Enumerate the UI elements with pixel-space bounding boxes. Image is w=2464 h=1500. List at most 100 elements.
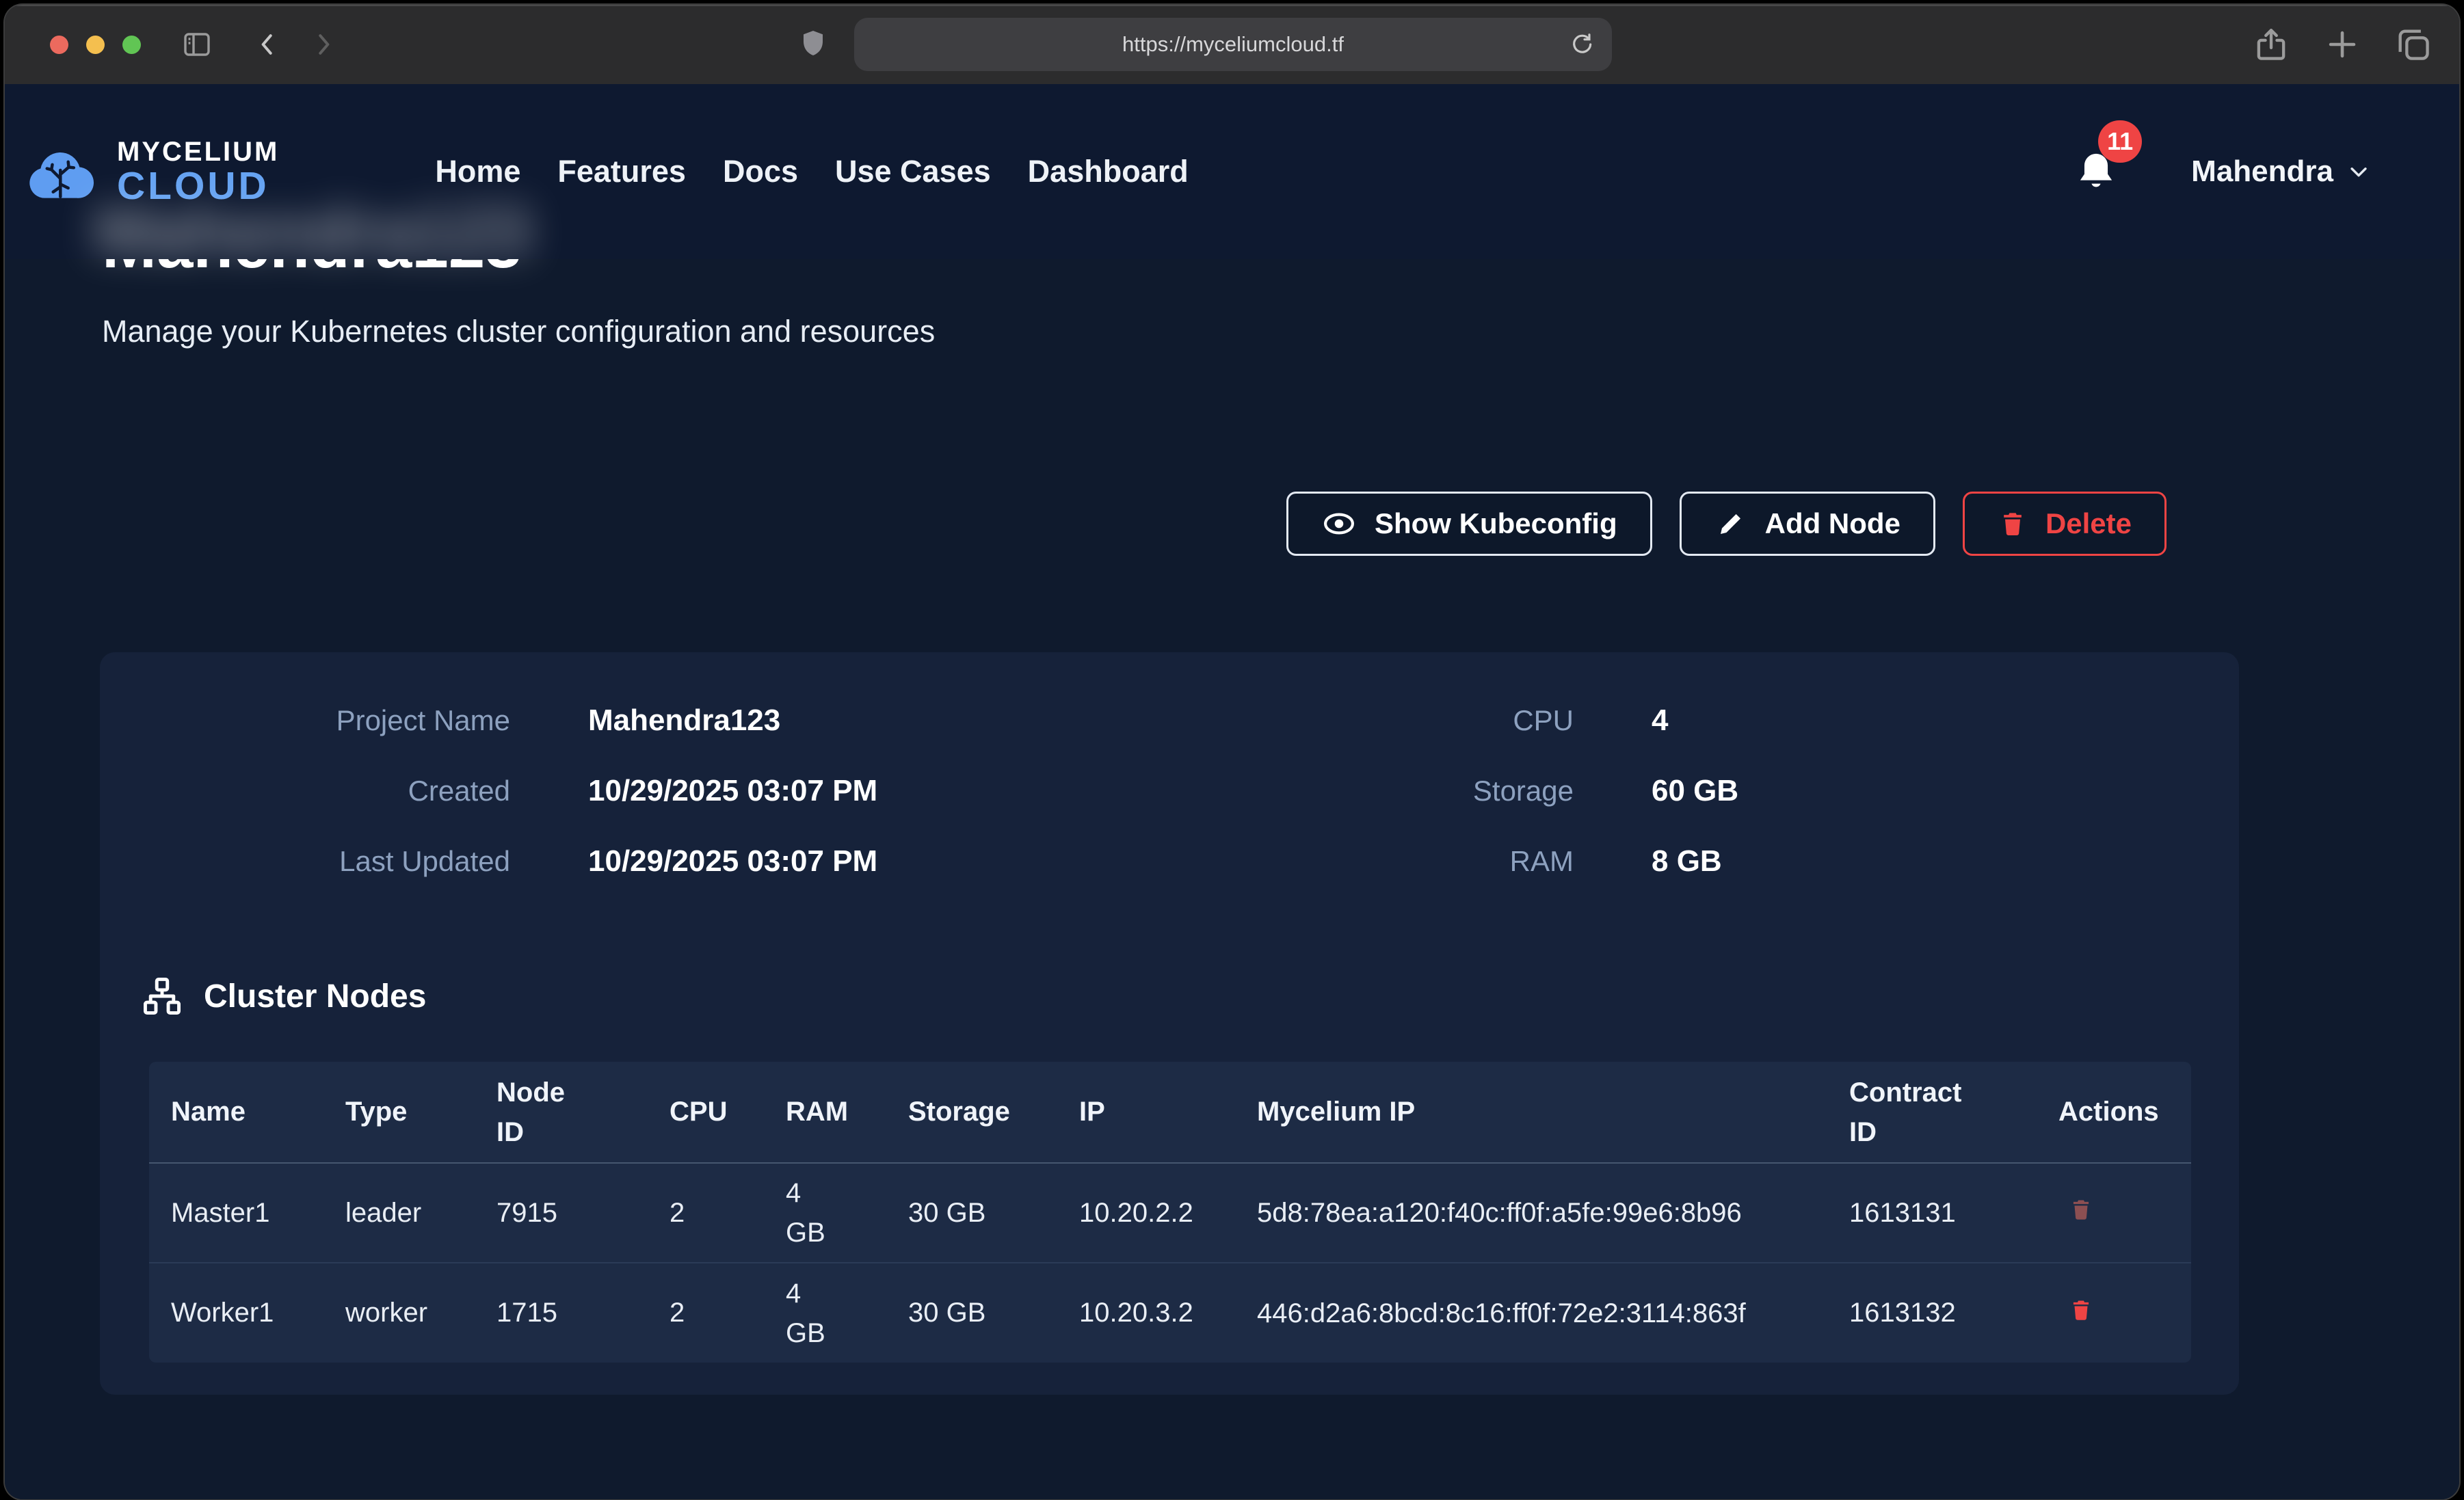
col-actions: Actions xyxy=(2037,1062,2191,1163)
cell-storage: 30 GB xyxy=(886,1163,1057,1263)
last-updated-value: 10/29/2025 03:07 PM xyxy=(510,842,1399,881)
cpu-value: 4 xyxy=(1574,701,2198,740)
cluster-nodes-icon xyxy=(141,975,183,1017)
page-title: Mahendra123 xyxy=(102,256,522,278)
cell-ip: 10.20.2.2 xyxy=(1057,1163,1235,1263)
col-node-id: Node ID xyxy=(475,1062,648,1163)
back-button[interactable] xyxy=(253,27,283,62)
share-icon[interactable] xyxy=(2251,23,2291,66)
nav-links: Home Features Docs Use Cases Dashboard xyxy=(435,154,1188,189)
cell-ram: 4 GB xyxy=(764,1263,886,1363)
project-name-value: Mahendra123 xyxy=(510,701,1399,740)
eye-icon xyxy=(1321,506,1357,541)
show-kubeconfig-label: Show Kubeconfig xyxy=(1375,507,1617,540)
mycelium-cloud-logo-icon xyxy=(25,138,103,205)
cluster-details-card: Project Name Mahendra123 CPU 4 Created 1… xyxy=(100,652,2239,1395)
tab-overview-icon[interactable] xyxy=(2394,25,2433,64)
col-type: Type xyxy=(323,1062,475,1163)
col-name: Name xyxy=(149,1062,323,1163)
cluster-actions: Show Kubeconfig Add Node Delete xyxy=(1286,492,2167,556)
delete-label: Delete xyxy=(2045,507,2132,540)
cell-actions xyxy=(2037,1263,2191,1363)
show-kubeconfig-button[interactable]: Show Kubeconfig xyxy=(1286,492,1652,556)
cell-contract-id: 1613131 xyxy=(1827,1163,2037,1263)
col-contract-id: Contract ID xyxy=(1827,1062,2037,1163)
page-subtitle: Manage your Kubernetes cluster configura… xyxy=(102,314,935,349)
cpu-label: CPU xyxy=(1399,701,1574,740)
notifications-button[interactable]: 11 xyxy=(2074,148,2119,196)
delete-node-button[interactable] xyxy=(2068,1194,2094,1224)
storage-value: 60 GB xyxy=(1574,772,2198,810)
nav-link-dashboard[interactable]: Dashboard xyxy=(1028,154,1189,189)
cell-cpu: 2 xyxy=(648,1163,764,1263)
cell-cpu: 2 xyxy=(648,1263,764,1363)
cell-node-id: 1715 xyxy=(475,1263,648,1363)
brand-name-top: MYCELIUM xyxy=(117,138,279,165)
brand-name-bottom: CLOUD xyxy=(117,167,279,206)
cell-node-id: 7915 xyxy=(475,1163,648,1263)
nav-link-features[interactable]: Features xyxy=(557,154,686,189)
ram-value: 8 GB xyxy=(1574,842,2198,881)
nav-link-home[interactable]: Home xyxy=(435,154,520,189)
cell-ram: 4 GB xyxy=(764,1163,886,1263)
cell-type: worker xyxy=(323,1263,475,1363)
col-ip: IP xyxy=(1057,1062,1235,1163)
table-row: Master1 leader 7915 2 4 GB 30 GB 10.20.2… xyxy=(149,1163,2191,1263)
table-header-row: Name Type Node ID CPU RAM Storage IP Myc… xyxy=(149,1062,2191,1163)
page-title-clip: Mahendra123 xyxy=(102,256,522,282)
delete-node-button[interactable] xyxy=(2068,1295,2094,1325)
chevron-down-icon xyxy=(2347,160,2370,183)
add-node-label: Add Node xyxy=(1765,507,1900,540)
forward-button[interactable] xyxy=(308,27,338,62)
cell-name: Master1 xyxy=(149,1163,323,1263)
cluster-nodes-header: Cluster Nodes xyxy=(141,975,2198,1017)
trash-icon xyxy=(1998,507,2028,541)
user-name: Mahendra xyxy=(2191,155,2333,189)
cell-type: leader xyxy=(323,1163,475,1263)
cell-contract-id: 1613132 xyxy=(1827,1263,2037,1363)
brand-logo[interactable]: MYCELIUM CLOUD xyxy=(25,138,279,206)
cell-storage: 30 GB xyxy=(886,1263,1057,1363)
cell-actions xyxy=(2037,1163,2191,1263)
address-bar[interactable]: https://myceliumcloud.tf xyxy=(854,18,1612,71)
notification-count-badge: 11 xyxy=(2098,120,2142,163)
created-label: Created xyxy=(141,772,510,810)
cluster-info-grid: Project Name Mahendra123 CPU 4 Created 1… xyxy=(141,701,2198,881)
col-mycelium-ip: Mycelium IP xyxy=(1235,1062,1827,1163)
project-name-label: Project Name xyxy=(141,701,510,740)
minimize-window-button[interactable] xyxy=(86,36,105,54)
cluster-nodes-title: Cluster Nodes xyxy=(204,978,426,1015)
new-tab-icon[interactable] xyxy=(2322,25,2362,64)
table-row: Worker1 worker 1715 2 4 GB 30 GB 10.20.3… xyxy=(149,1263,2191,1363)
page-content: MYCELIUM CLOUD Home Features Docs Use Ca… xyxy=(5,84,2459,1499)
add-node-button[interactable]: Add Node xyxy=(1680,492,1935,556)
browser-toolbar: https://myceliumcloud.tf xyxy=(5,5,2459,84)
trash-icon xyxy=(2068,1194,2094,1224)
storage-label: Storage xyxy=(1399,772,1574,810)
col-ram: RAM xyxy=(764,1062,886,1163)
browser-window: https://myceliumcloud.tf xyxy=(5,5,2459,1499)
last-updated-label: Last Updated xyxy=(141,842,510,881)
reload-icon[interactable] xyxy=(1568,31,1595,58)
fullscreen-window-button[interactable] xyxy=(122,36,141,54)
col-storage: Storage xyxy=(886,1062,1057,1163)
created-value: 10/29/2025 03:07 PM xyxy=(510,772,1399,810)
cell-mycelium-ip: 446:d2a6:8bcd:8c16:ff0f:72e2:3114:863f xyxy=(1235,1263,1827,1363)
top-navbar: MYCELIUM CLOUD Home Features Docs Use Ca… xyxy=(5,84,2459,259)
url-text: https://myceliumcloud.tf xyxy=(1122,32,1344,57)
cell-ip: 10.20.3.2 xyxy=(1057,1263,1235,1363)
nav-link-use-cases[interactable]: Use Cases xyxy=(835,154,991,189)
pencil-icon xyxy=(1714,507,1747,540)
user-menu[interactable]: Mahendra xyxy=(2191,155,2370,189)
nav-link-docs[interactable]: Docs xyxy=(723,154,798,189)
nodes-table: Name Type Node ID CPU RAM Storage IP Myc… xyxy=(149,1062,2191,1363)
sidebar-toggle-icon[interactable] xyxy=(178,28,216,61)
cell-mycelium-ip: 5d8:78ea:a120:f40c:ff0f:a5fe:99e6:8b96 xyxy=(1235,1163,1827,1263)
delete-cluster-button[interactable]: Delete xyxy=(1963,492,2167,556)
ram-label: RAM xyxy=(1399,842,1574,881)
cell-name: Worker1 xyxy=(149,1263,323,1363)
col-cpu: CPU xyxy=(648,1062,764,1163)
trash-icon xyxy=(2068,1295,2094,1325)
close-window-button[interactable] xyxy=(50,36,68,54)
privacy-shield-icon[interactable] xyxy=(797,25,830,64)
